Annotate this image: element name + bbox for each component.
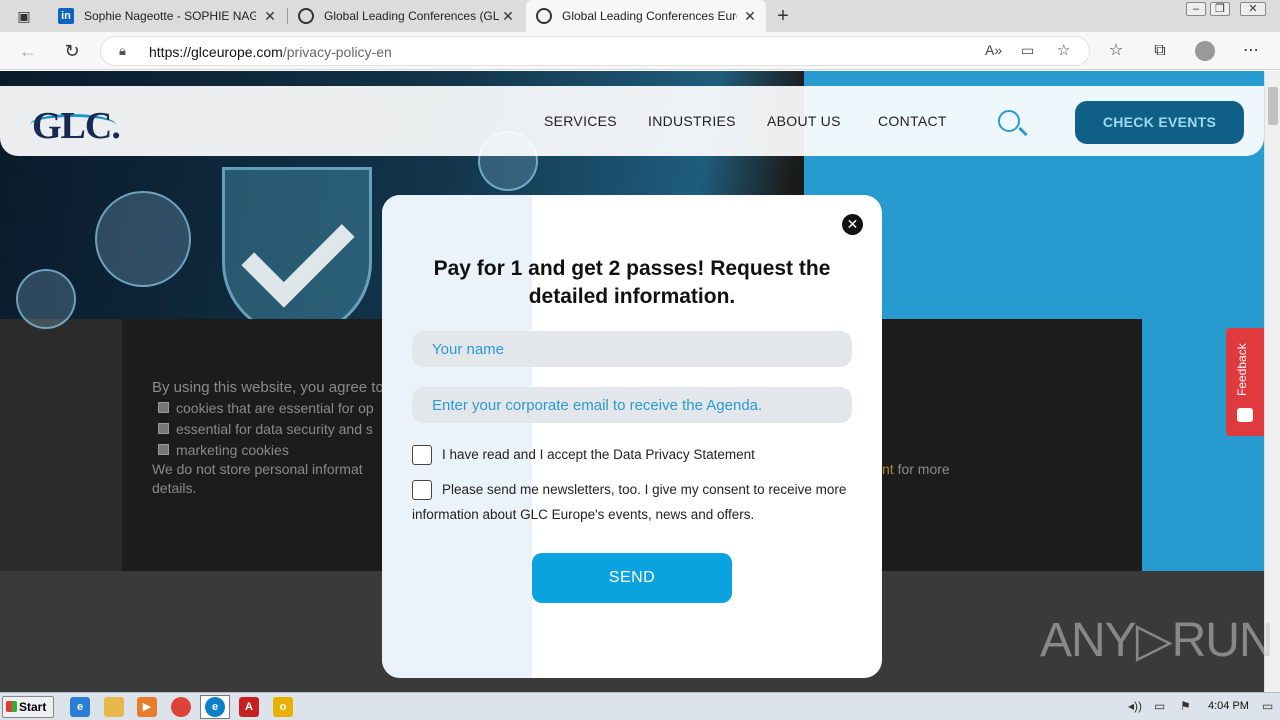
volume-icon[interactable]: ◂)): [1128, 699, 1142, 713]
more-menu-icon[interactable]: ⋯: [1240, 40, 1262, 62]
nav-about-us[interactable]: ABOUT US: [767, 113, 841, 129]
refresh-icon[interactable]: ↻: [61, 40, 83, 62]
popup-title: Pay for 1 and get 2 passes! Request the …: [433, 257, 831, 308]
cookie-essential-checkbox[interactable]: [158, 402, 169, 413]
cookie-option-marketing: marketing cookies: [176, 442, 289, 458]
passes-popup: ✕ Pay for 1 and get 2 passes! Request th…: [382, 195, 882, 678]
show-desktop-icon[interactable]: ▭: [1262, 699, 1273, 713]
tab-title: Global Leading Conferences (GLC: [324, 9, 499, 23]
newsletter-label: Please send me newsletters, too. I give …: [412, 482, 847, 522]
app-icon[interactable]: o: [273, 697, 293, 717]
start-button[interactable]: Start: [2, 696, 54, 718]
tab-glc-2[interactable]: Global Leading Conferences Euro ✕: [526, 0, 766, 32]
minimize-icon[interactable]: –: [1186, 2, 1206, 16]
favorites-icon[interactable]: ☆: [1105, 40, 1127, 62]
network-icon[interactable]: ▭: [1154, 699, 1165, 713]
glc-icon: [298, 8, 314, 24]
glc-icon: [536, 8, 552, 24]
cookie-note: We do not store personal informat: [152, 461, 363, 477]
check-events-button[interactable]: CHECK EVENTS: [1075, 101, 1244, 144]
address-toolbar: ← ↻ 🔒︎ https://glceurope.com/privacy-pol…: [0, 32, 1280, 70]
name-input[interactable]: [412, 331, 852, 367]
taskbar: Start e ▶ e A o ◂)) ▭ ⚑ 4:04 PM ▭: [0, 692, 1280, 720]
ie-icon[interactable]: e: [70, 697, 90, 717]
cookie-marketing-checkbox[interactable]: [158, 444, 169, 455]
search-icon[interactable]: [998, 110, 1020, 132]
tab-title: Sophie Nageotte - SOPHIE NAGE: [84, 9, 256, 23]
lock-icon: 🔒︎: [119, 43, 126, 58]
edge-icon: e: [205, 697, 225, 717]
clock[interactable]: 4:04 PM: [1208, 700, 1249, 712]
email-input[interactable]: [412, 387, 852, 423]
tab-linkedin[interactable]: in Sophie Nageotte - SOPHIE NAGE ✕: [50, 0, 286, 32]
cookie-details: details.: [152, 480, 197, 496]
nav-services[interactable]: SERVICES: [544, 113, 617, 129]
immersive-reader-icon[interactable]: ▭: [1021, 42, 1034, 59]
url-host: https://glceurope.com: [149, 44, 283, 60]
site-header: GLC. SERVICES INDUSTRIES ABOUT US CONTAC…: [0, 86, 1264, 156]
feedback-tab[interactable]: Feedback: [1226, 328, 1264, 436]
page-scrollbar[interactable]: [1264, 71, 1280, 692]
restore-icon[interactable]: ❐: [1210, 2, 1230, 16]
cookie-intro: By using this website, you agree to: [152, 379, 384, 396]
feedback-label: Feedback: [1235, 343, 1249, 396]
cookie-option-essential: cookies that are essential for op: [176, 400, 374, 416]
read-aloud-icon[interactable]: A»: [985, 42, 1002, 58]
close-tab-icon[interactable]: ✕: [742, 8, 758, 24]
url-path: /privacy-policy-en: [282, 44, 392, 60]
new-tab-icon[interactable]: +: [772, 5, 794, 27]
close-window-icon[interactable]: ✕: [1240, 2, 1266, 16]
gear-icon: [16, 269, 76, 329]
back-icon[interactable]: ←: [17, 40, 39, 62]
anyrun-watermark: ANY▷RUN: [1040, 614, 1274, 667]
collections-icon[interactable]: ⧉: [1149, 40, 1171, 62]
chrome-icon[interactable]: [171, 697, 191, 717]
nav-contact[interactable]: CONTACT: [878, 113, 947, 129]
flag-icon[interactable]: ⚑: [1180, 699, 1191, 713]
url-text: https://glceurope.com/privacy-policy-en: [149, 44, 392, 60]
close-tab-icon[interactable]: ✕: [500, 8, 516, 24]
tab-actions-icon[interactable]: ▣: [13, 5, 35, 27]
profile-avatar[interactable]: [1195, 41, 1215, 61]
cookie-policy-link[interactable]: nt: [882, 461, 894, 477]
add-favorite-icon[interactable]: ☆: [1057, 41, 1070, 59]
scrollbar-thumb[interactable]: [1268, 87, 1278, 125]
acrobat-icon[interactable]: A: [239, 697, 259, 717]
linkedin-icon: in: [58, 8, 74, 24]
send-button[interactable]: SEND: [532, 553, 732, 603]
tab-glc-1[interactable]: Global Leading Conferences (GLC ✕: [288, 0, 524, 32]
browser-tab-bar: ▣ in Sophie Nageotte - SOPHIE NAGE ✕ Glo…: [0, 0, 1280, 32]
tab-title: Global Leading Conferences Euro: [562, 9, 737, 23]
glc-logo[interactable]: GLC.: [32, 104, 121, 148]
cookie-security-checkbox[interactable]: [158, 423, 169, 434]
feedback-smile-icon: [1237, 408, 1253, 422]
cookie-note-tail-text: for more: [897, 461, 950, 477]
close-tab-icon[interactable]: ✕: [262, 8, 278, 24]
close-icon[interactable]: ✕: [842, 214, 863, 235]
cookie-option-security: essential for data security and s: [176, 421, 373, 437]
people-icon: [95, 191, 191, 287]
media-player-icon[interactable]: ▶: [137, 697, 157, 717]
explorer-icon[interactable]: [104, 697, 124, 717]
privacy-label: I have read and I accept the Data Privac…: [442, 447, 755, 462]
address-bar[interactable]: 🔒︎ https://glceurope.com/privacy-policy-…: [100, 36, 1090, 66]
privacy-checkbox[interactable]: [412, 445, 432, 465]
nav-industries[interactable]: INDUSTRIES: [648, 113, 736, 129]
cookie-note-tail: nt for more: [882, 461, 950, 477]
